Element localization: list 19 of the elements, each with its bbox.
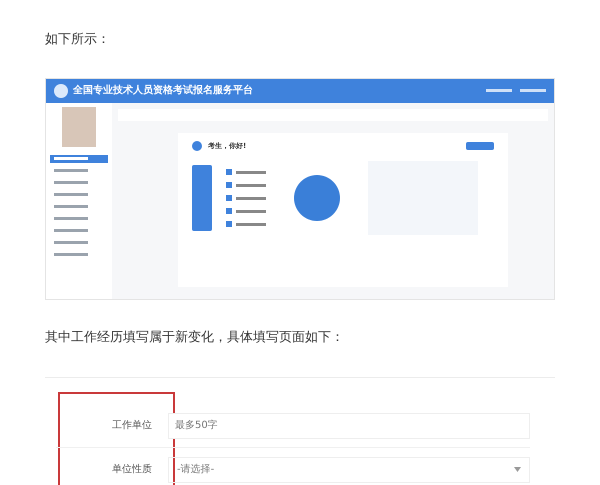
step-item[interactable]: [226, 208, 266, 214]
input-field[interactable]: 最多50字: [168, 412, 530, 438]
step-item[interactable]: [226, 221, 266, 227]
platform-title: 全国专业技术人员资格考试报名服务平台: [73, 84, 253, 98]
field-label: 单位性质: [111, 462, 153, 477]
step-item[interactable]: [226, 195, 266, 201]
user-icon: [192, 140, 202, 151]
action-button[interactable]: [466, 142, 494, 150]
apps-button[interactable]: [294, 175, 340, 221]
caret-icon: [514, 467, 521, 472]
logo-icon: [54, 84, 68, 98]
step-item[interactable]: [226, 169, 266, 175]
step-item[interactable]: [226, 182, 266, 188]
photo-placeholder: [62, 106, 96, 146]
select-field[interactable]: -请选择-: [168, 456, 530, 482]
intro-text: 如下所示：: [45, 31, 111, 49]
note-text: 其中工作经历填写属于新变化，具体填写页面如下：: [45, 328, 345, 346]
field-label: 工作单位: [111, 418, 153, 433]
sidebar-item[interactable]: [50, 154, 108, 162]
